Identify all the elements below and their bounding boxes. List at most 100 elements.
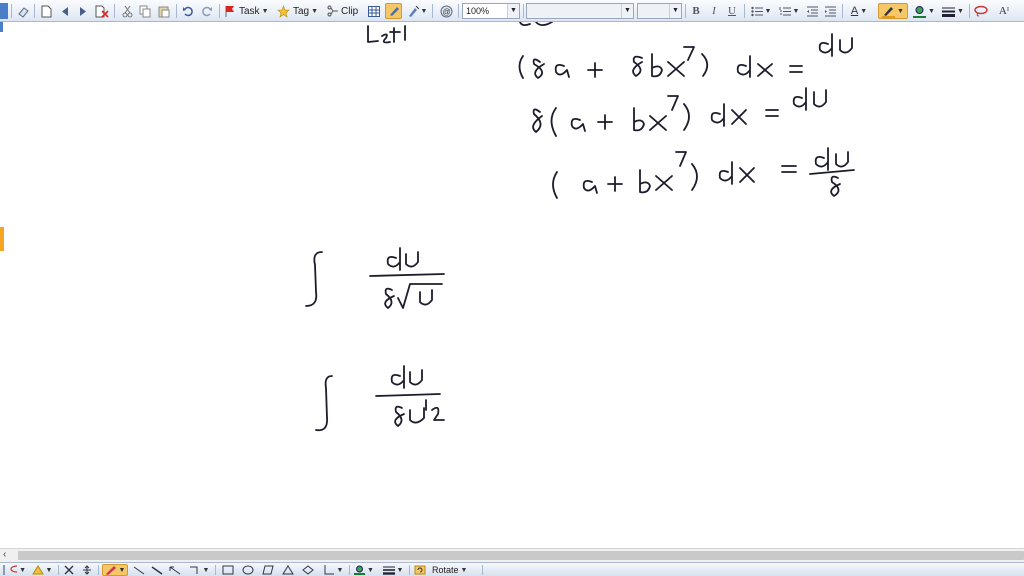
shape-color-icon (354, 565, 366, 575)
toolbar-separator (432, 4, 433, 18)
underline-button[interactable]: U (725, 3, 739, 19)
star-icon (277, 4, 290, 18)
svg-text:@: @ (442, 7, 450, 16)
bullet-list-icon (750, 6, 763, 16)
text-format-button[interactable]: Aᴵ (993, 3, 1015, 19)
connector-tool-icon[interactable]: ▼ (186, 564, 212, 576)
chevron-down-icon: ▼ (621, 4, 633, 18)
new-page-icon[interactable] (38, 3, 54, 19)
email-at-icon[interactable]: @ (437, 3, 455, 19)
chevron-down-icon: ▼ (669, 4, 681, 18)
chevron-down-icon: ▼ (764, 7, 772, 15)
toolbar-separator (969, 4, 970, 18)
chevron-down-icon: ▼ (367, 566, 374, 574)
stamp-tool-icon[interactable]: ▼ (30, 564, 54, 576)
task-button[interactable]: Task ▼ (224, 3, 274, 19)
zoom-select[interactable]: 100% ▼ (462, 3, 520, 19)
table-icon[interactable] (367, 3, 381, 19)
toolbar-separator (11, 4, 12, 18)
indent-icon[interactable] (823, 3, 837, 19)
redo-icon[interactable] (200, 3, 214, 19)
lasso-icon[interactable] (973, 3, 989, 19)
rotate-button[interactable]: Rotate ▼ (432, 564, 478, 576)
line-tool-icon[interactable] (132, 564, 146, 576)
line-width-button[interactable]: ▼ (940, 3, 966, 19)
delete-x-icon[interactable] (62, 564, 76, 576)
rotate-icon[interactable] (412, 564, 428, 576)
toolbar-separator (114, 4, 115, 18)
toolbar-separator (523, 4, 524, 18)
next-page-icon[interactable] (76, 3, 90, 19)
diamond-tool-icon[interactable] (300, 564, 316, 576)
chevron-down-icon: ▼ (897, 7, 904, 15)
toolbar-separator (349, 565, 350, 575)
toolbar-grip-icon (0, 564, 8, 576)
delete-page-icon[interactable] (94, 3, 110, 19)
fill-color-button[interactable]: ▼ (911, 3, 937, 19)
bold-button[interactable]: B (689, 3, 703, 19)
chevron-down-icon: ▼ (261, 7, 269, 15)
chevron-down-icon: ▼ (118, 566, 126, 574)
tag-label: Tag (293, 5, 310, 17)
toolbar-separator (58, 565, 59, 575)
parallelogram-tool-icon[interactable] (260, 564, 276, 576)
paste-icon[interactable] (156, 3, 172, 19)
text-style-label: A (850, 5, 859, 17)
tag-button[interactable]: Tag ▼ (277, 3, 323, 19)
pen-color-button[interactable]: ▼ (878, 3, 908, 19)
previous-page-icon[interactable] (58, 3, 72, 19)
insert-space-icon[interactable] (80, 564, 94, 576)
handwritten-ink (305, 21, 855, 432)
lasso-select-icon[interactable]: ▼ (10, 564, 26, 576)
ellipse-tool-icon[interactable] (240, 564, 256, 576)
shape-line-width-button[interactable]: ▼ (380, 564, 406, 576)
highlighter-tool-icon[interactable]: ▼ (405, 3, 429, 19)
pen-tool-icon[interactable] (385, 3, 402, 19)
eraser-icon[interactable] (15, 3, 31, 19)
horizontal-scrollbar[interactable]: ‹ (0, 548, 1024, 562)
toolbar-separator (744, 4, 745, 18)
line-width-icon (942, 7, 956, 17)
italic-button[interactable]: I (707, 3, 721, 19)
line-width-icon (382, 566, 395, 575)
triangle-tool-icon[interactable] (280, 564, 296, 576)
toolbar-separator (842, 4, 843, 18)
arrow-tool-icon[interactable] (168, 564, 182, 576)
zoom-value: 100% (466, 6, 490, 16)
toolbar-separator (409, 565, 410, 575)
shape-color-button[interactable]: ▼ (352, 564, 376, 576)
chevron-down-icon: ▼ (507, 4, 519, 18)
app-menu-icon[interactable] (0, 3, 8, 19)
flag-icon (225, 5, 234, 17)
axis-tool-icon[interactable]: ▼ (320, 564, 346, 576)
scrollbar-thumb[interactable] (18, 551, 1024, 560)
cut-icon[interactable] (120, 3, 134, 19)
toolbar-separator (215, 565, 216, 575)
scroll-left-icon[interactable]: ‹ (3, 549, 6, 560)
pen-icon (105, 566, 116, 575)
chevron-down-icon: ▼ (928, 7, 935, 15)
chevron-down-icon: ▼ (460, 566, 468, 574)
bullet-list-button[interactable]: ▼ (749, 3, 773, 19)
pen-selector-button[interactable]: ▼ (102, 564, 128, 576)
ink-canvas[interactable] (0, 21, 1024, 548)
numbered-list-button[interactable]: ▼ (777, 3, 801, 19)
outdent-icon[interactable] (805, 3, 819, 19)
toolbar-separator (34, 4, 35, 18)
chevron-down-icon: ▼ (957, 7, 964, 15)
clip-button[interactable]: Clip (327, 3, 363, 19)
text-style-button[interactable]: A ▼ (847, 3, 871, 19)
fill-color-icon (913, 5, 927, 18)
toolbar-separator (176, 4, 177, 18)
drawing-toolbar: ▼ ▼ ▼ ▼ ▼ ▼ ▼ Rotate ▼ (0, 562, 1024, 576)
font-size-select[interactable]: ▼ (637, 3, 682, 19)
rectangle-tool-icon[interactable] (220, 564, 236, 576)
chevron-down-icon: ▼ (202, 566, 210, 574)
copy-icon[interactable] (138, 3, 152, 19)
undo-icon[interactable] (181, 3, 195, 19)
chevron-down-icon: ▼ (311, 7, 319, 15)
line-tool-2-icon[interactable] (150, 564, 164, 576)
font-family-select[interactable]: ▼ (526, 3, 634, 19)
pen-color-icon (882, 6, 896, 18)
chevron-down-icon: ▼ (396, 566, 404, 574)
